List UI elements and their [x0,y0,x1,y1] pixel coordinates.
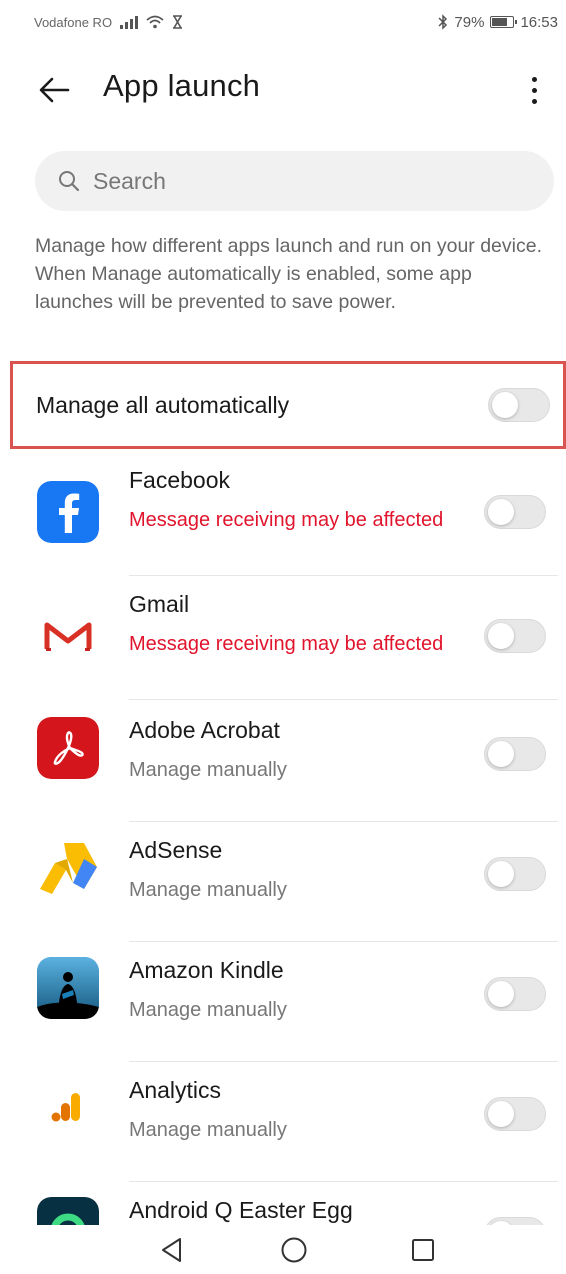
toggle-knob [488,1101,514,1127]
app-name: AdSense [129,837,223,863]
back-button[interactable] [34,70,74,110]
arrow-left-icon [39,77,70,103]
app-toggle[interactable] [484,737,546,771]
page-title: App launch [103,68,261,103]
app-row[interactable]: Amazon Kindle Manage manually [0,943,566,1063]
app-row[interactable]: Facebook Message receiving may be affecte… [0,455,566,576]
kindle-icon [37,957,99,1019]
status-right: 79% 16:53 [438,14,558,31]
wifi-icon [146,15,164,29]
search-input[interactable] [93,167,513,195]
list-divider [129,941,558,942]
app-status: Manage manually [129,999,287,1021]
app-status: Manage manually [129,1119,287,1141]
list-divider [129,575,558,576]
app-name: Adobe Acrobat [129,717,280,743]
list-divider [129,821,558,822]
carrier-name: Vodafone RO [34,14,113,30]
app-toggle[interactable] [484,1217,546,1225]
manage-all-toggle[interactable] [488,388,550,422]
more-options-button[interactable] [514,70,554,110]
bluetooth-icon [438,14,448,30]
app-toggle[interactable] [484,495,546,529]
app-row[interactable]: Adobe Acrobat Manage manually [0,703,566,823]
search-bar[interactable] [35,151,554,211]
list-divider [129,1061,558,1062]
battery-fill [492,18,508,26]
toggle-knob [488,741,514,767]
navigation-bar [0,1226,566,1274]
app-name: Facebook [129,467,231,493]
nav-recents-square-icon [412,1239,434,1261]
search-icon [59,171,80,192]
app-status: Message receiving may be affected [129,633,444,655]
toggle-knob [492,392,518,418]
app-row[interactable]: Android Q Easter Egg [0,1183,566,1225]
app-name: Analytics [129,1077,222,1103]
more-vertical-dot [531,98,537,104]
app-status: Manage manually [129,759,287,781]
status-left: Vodafone RO [34,15,183,30]
app-row[interactable]: Analytics Manage manually [0,1063,566,1183]
nav-back-button[interactable] [154,1232,190,1268]
nav-home-button[interactable] [276,1232,312,1268]
manage-all-label: Manage all automatically [36,391,290,418]
more-vertical-icon [531,76,537,82]
battery-percent: 79% [454,13,485,31]
nav-back-triangle-icon [162,1238,181,1262]
app-toggle[interactable] [484,619,546,653]
app-toggle[interactable] [484,857,546,891]
nav-recents-button[interactable] [405,1232,441,1268]
analytics-icon [37,1077,99,1139]
toggle-knob [488,623,514,649]
clock: 16:53 [520,13,558,31]
app-status: Message receiving may be affected [129,509,444,531]
app-row[interactable]: Gmail Message receiving may be affected [0,579,566,700]
toggle-knob [488,499,514,525]
android-q-icon [37,1197,99,1225]
facebook-icon [37,481,99,543]
list-divider [129,1181,558,1182]
description-text: Manage how different apps launch and run… [35,235,542,313]
gmail-icon [37,605,99,667]
adsense-icon [37,837,99,899]
app-row[interactable]: AdSense Manage manually [0,823,566,943]
toggle-knob [488,861,514,887]
hourglass-icon [173,15,183,29]
toggle-knob [488,1221,514,1225]
status-bar: Vodafone RO 79% 16:53 [0,0,566,44]
app-toggle[interactable] [484,977,546,1011]
manage-all-row[interactable]: Manage all automatically [36,361,556,449]
adobe-acrobat-icon [37,717,99,779]
signal-icon [120,15,139,29]
nav-home-circle-icon [281,1237,307,1263]
app-bar: App launch [0,56,566,122]
app-toggle[interactable] [484,1097,546,1131]
more-vertical-dot [531,87,537,93]
app-list: Facebook Message receiving may be affecte… [0,455,566,1225]
toggle-knob [488,981,514,1007]
battery-icon [490,16,518,28]
app-name: Amazon Kindle [129,957,284,983]
list-divider [129,699,558,700]
app-name: Gmail [129,591,190,617]
app-status: Manage manually [129,879,287,901]
app-name: Android Q Easter Egg [129,1197,353,1223]
